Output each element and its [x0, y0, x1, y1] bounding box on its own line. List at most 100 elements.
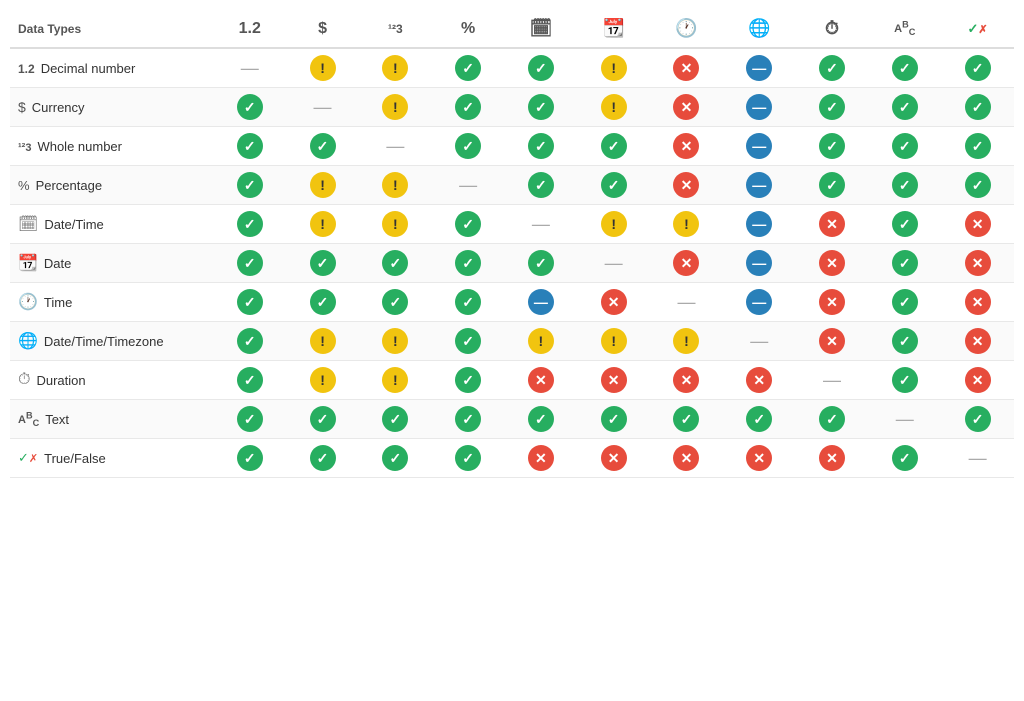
cell-r9-c0: ✓: [213, 400, 286, 439]
cell-green-icon: ✓: [310, 250, 336, 276]
cell-red-icon: ✕: [673, 133, 699, 159]
cell-green-icon: ✓: [528, 133, 554, 159]
cell-r8-c7: ✕: [723, 361, 796, 400]
currency-header-icon: $: [318, 20, 327, 37]
col-header-currency: $: [286, 10, 359, 48]
cell-dash: —: [969, 448, 987, 468]
cell-green-icon: ✓: [819, 55, 845, 81]
cell-r2-c3: ✓: [432, 127, 505, 166]
cell-r8-c3: ✓: [432, 361, 505, 400]
cell-r3-c9: ✓: [868, 166, 941, 205]
col-header-datetime: 🗓: [504, 10, 577, 48]
col-header-date: 📆: [577, 10, 650, 48]
cell-yellow-icon: !: [601, 211, 627, 237]
cell-r5-c10: ✕: [941, 244, 1014, 283]
cell-green-icon: ✓: [892, 133, 918, 159]
cell-yellow-icon: !: [528, 328, 554, 354]
cell-r6-c7: —: [723, 283, 796, 322]
cell-r8-c2: !: [359, 361, 432, 400]
cell-r1-c1: —: [286, 88, 359, 127]
row-label-cell: ✓✗ True/False: [10, 439, 213, 478]
cell-r3-c1: !: [286, 166, 359, 205]
cell-green-icon: ✓: [965, 172, 991, 198]
cell-r1-c9: ✓: [868, 88, 941, 127]
cell-green-icon: ✓: [237, 211, 263, 237]
cell-red-icon: ✕: [673, 250, 699, 276]
row-label-cell: ¹²3 Whole number: [10, 127, 213, 166]
cell-r6-c10: ✕: [941, 283, 1014, 322]
cell-green-icon: ✓: [892, 328, 918, 354]
cell-r0-c10: ✓: [941, 48, 1014, 88]
cell-green-icon: ✓: [601, 172, 627, 198]
duration-header-icon: ⏱: [825, 18, 839, 38]
cell-green-icon: ✓: [892, 445, 918, 471]
table-row: 📆 Date ✓✓✓✓✓—✕—✕✓✕: [10, 244, 1014, 283]
row-label-cell: 🗓 Date/Time: [10, 205, 213, 244]
row-label-text: True/False: [44, 451, 106, 466]
cell-green-icon: ✓: [819, 172, 845, 198]
cell-r4-c2: !: [359, 205, 432, 244]
cell-r1-c5: !: [577, 88, 650, 127]
cell-r5-c4: ✓: [504, 244, 577, 283]
table-row: 🌐 Date/Time/Timezone ✓!!✓!!!—✕✓✕: [10, 322, 1014, 361]
cell-r0-c1: !: [286, 48, 359, 88]
cell-green-icon: ✓: [455, 328, 481, 354]
cell-dash: —: [386, 136, 404, 156]
col-header-dttz: 🌐: [723, 10, 796, 48]
cell-r10-c4: ✕: [504, 439, 577, 478]
cell-green-icon: ✓: [455, 94, 481, 120]
cell-green-icon: ✓: [455, 445, 481, 471]
cell-r2-c5: ✓: [577, 127, 650, 166]
row-type-icon: 🕐: [18, 292, 38, 312]
cell-dash: —: [459, 175, 477, 195]
cell-r0-c9: ✓: [868, 48, 941, 88]
cell-r2-c8: ✓: [796, 127, 869, 166]
cell-blue-icon: —: [746, 55, 772, 81]
date-header-icon: 📆: [602, 18, 624, 38]
cell-r2-c7: —: [723, 127, 796, 166]
cell-r5-c3: ✓: [432, 244, 505, 283]
cell-r6-c0: ✓: [213, 283, 286, 322]
cell-r3-c10: ✓: [941, 166, 1014, 205]
row-label-text: Currency: [32, 100, 85, 115]
cell-r7-c0: ✓: [213, 322, 286, 361]
row-label-cell: 📆 Date: [10, 244, 213, 283]
cell-green-icon: ✓: [892, 172, 918, 198]
cell-r0-c0: —: [213, 48, 286, 88]
cell-green-icon: ✓: [819, 94, 845, 120]
cell-r5-c7: —: [723, 244, 796, 283]
cell-r8-c10: ✕: [941, 361, 1014, 400]
cell-r4-c4: —: [504, 205, 577, 244]
cell-r10-c8: ✕: [796, 439, 869, 478]
col-header-time: 🕐: [650, 10, 723, 48]
cell-r6-c9: ✓: [868, 283, 941, 322]
cell-green-icon: ✓: [455, 250, 481, 276]
cell-r4-c5: !: [577, 205, 650, 244]
cell-yellow-icon: !: [382, 172, 408, 198]
cell-r4-c10: ✕: [941, 205, 1014, 244]
col-header-duration: ⏱: [796, 10, 869, 48]
cell-r1-c2: !: [359, 88, 432, 127]
cell-red-icon: ✕: [528, 445, 554, 471]
row-label-cell: 1.2 Decimal number: [10, 48, 213, 88]
cell-green-icon: ✓: [965, 94, 991, 120]
cell-r10-c1: ✓: [286, 439, 359, 478]
cell-r3-c7: —: [723, 166, 796, 205]
cell-green-icon: ✓: [746, 406, 772, 432]
row-label-cell: 🕐 Time: [10, 283, 213, 322]
cell-r4-c6: !: [650, 205, 723, 244]
cell-r5-c0: ✓: [213, 244, 286, 283]
cell-r1-c8: ✓: [796, 88, 869, 127]
cell-r0-c7: —: [723, 48, 796, 88]
cell-r9-c8: ✓: [796, 400, 869, 439]
row-type-icon: $: [18, 99, 26, 115]
row-type-icon: 1.2: [18, 61, 35, 76]
row-type-icon: 🗓: [18, 214, 38, 234]
cell-r9-c5: ✓: [577, 400, 650, 439]
cell-dash: —: [677, 292, 695, 312]
cell-red-icon: ✕: [819, 211, 845, 237]
table-row: 🗓 Date/Time ✓!!✓—!!—✕✓✕: [10, 205, 1014, 244]
cell-green-icon: ✓: [237, 289, 263, 315]
cell-yellow-icon: !: [601, 94, 627, 120]
cell-r2-c10: ✓: [941, 127, 1014, 166]
